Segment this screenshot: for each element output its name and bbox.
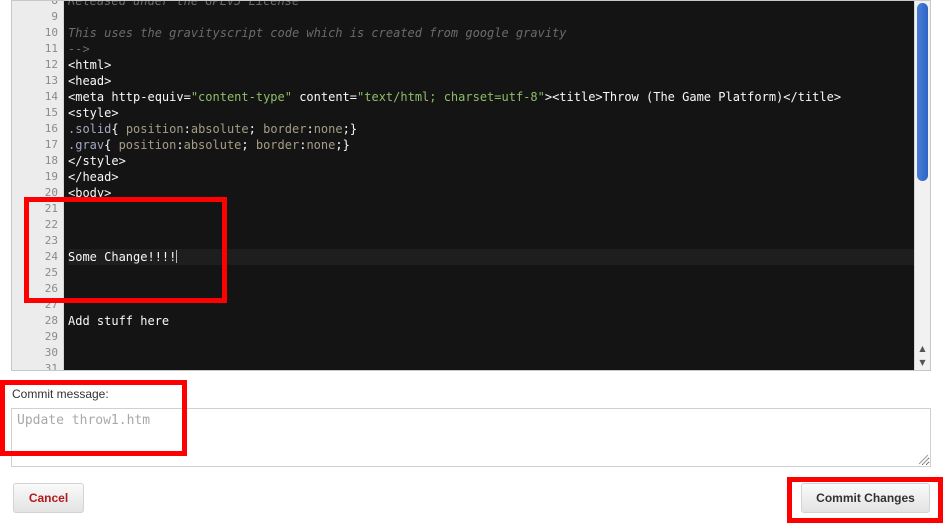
code-token-value: none [306, 138, 336, 152]
line-number-gutter: 8 9 10 11 12 13 14 15 16 17 18 19 20 21 … [12, 1, 64, 370]
code-token-property: border [255, 138, 300, 152]
line-number: 26 [44, 282, 58, 295]
code-token-property: position [118, 138, 177, 152]
line-number: 18 [44, 154, 58, 167]
code-token-selector: .solid [68, 122, 112, 136]
line-number: 31 [44, 362, 58, 371]
line-number: 27 [44, 298, 58, 311]
code-token: : [183, 122, 191, 136]
line-number: 29 [44, 330, 58, 343]
code-token: ;} [342, 122, 358, 136]
code-token: ;} [335, 138, 350, 152]
code-token: : [306, 122, 314, 136]
code-token-string: "text/html; charset=utf-8" [357, 90, 545, 104]
code-line-18: </style> [68, 154, 126, 168]
line-number: 19 [44, 170, 58, 183]
line-number: 12 [44, 58, 58, 71]
scrollbar-thumb[interactable] [917, 3, 928, 181]
commit-message-label: Commit message: [12, 387, 109, 401]
line-number: 28 [44, 314, 58, 327]
line-number: 9 [51, 10, 58, 23]
code-token: : [176, 138, 184, 152]
line-number: 16 [44, 122, 58, 135]
editor-scrollbar[interactable]: ▲ ▼ [914, 1, 930, 370]
code-line-16: .solid{ position:absolute; border:none;} [68, 121, 914, 137]
code-token-value: none [313, 122, 343, 136]
code-line-13: <head> [68, 74, 112, 88]
text-cursor [176, 250, 178, 263]
code-text-area[interactable]: Released under the GPLv3 License This us… [64, 1, 914, 370]
scroll-up-arrow-icon[interactable]: ▲ [916, 343, 929, 355]
resize-grip-icon[interactable] [917, 453, 929, 465]
line-number: 15 [44, 106, 58, 119]
code-token: { [111, 122, 126, 136]
code-line-14: <meta http-equiv="content-type" content=… [68, 89, 914, 105]
line-number: 20 [44, 186, 58, 199]
commit-changes-button[interactable]: Commit Changes [801, 483, 930, 513]
code-line-8: Released under the GPLv3 License [68, 0, 300, 8]
line-number: 30 [44, 346, 58, 359]
line-number: 23 [44, 234, 58, 247]
code-token: ; [248, 122, 264, 136]
line-number: 13 [44, 74, 58, 87]
line-number: 22 [44, 218, 58, 231]
code-token-value: absolute [183, 138, 242, 152]
code-line-12: <html> [68, 58, 112, 72]
code-line-28: Add stuff here [68, 314, 170, 328]
line-number: 8 [51, 0, 58, 7]
code-token-property: border [263, 122, 307, 136]
line-number: 10 [44, 26, 58, 39]
line-number: 11 [44, 42, 58, 55]
code-token-value: absolute [190, 122, 249, 136]
line-number: 17 [44, 138, 58, 151]
code-token: <meta http-equiv= [68, 90, 191, 104]
code-token-selector: .grav [68, 138, 105, 152]
code-line-17: .grav{ position:absolute; border:none;} [68, 137, 914, 153]
code-editor[interactable]: 8 9 10 11 12 13 14 15 16 17 18 19 20 21 … [11, 0, 931, 371]
line-number: 21 [44, 202, 58, 215]
code-token: ; [241, 138, 256, 152]
code-token: { [104, 138, 119, 152]
cancel-button[interactable]: Cancel [13, 483, 84, 513]
code-token: ><title>Throw (The Game Platform)</title… [544, 90, 842, 104]
code-line-19: </head> [68, 170, 119, 184]
line-number: 24 [44, 250, 58, 263]
line-number: 25 [44, 266, 58, 279]
code-token: Some Change!!!! [68, 250, 177, 264]
scroll-down-arrow-icon[interactable]: ▼ [916, 357, 929, 369]
code-line-20: <body> [68, 186, 112, 200]
code-token: content= [291, 90, 358, 104]
code-line-11: --> [68, 42, 90, 56]
commit-message-input[interactable] [11, 408, 931, 467]
code-line-15: <style> [68, 106, 119, 120]
code-line-10: This uses the gravityscript code which i… [68, 26, 567, 40]
line-number: 14 [44, 90, 58, 103]
code-token-string: "content-type" [190, 90, 292, 104]
code-line-24: Some Change!!!! [68, 249, 914, 265]
code-token-property: position [125, 122, 184, 136]
